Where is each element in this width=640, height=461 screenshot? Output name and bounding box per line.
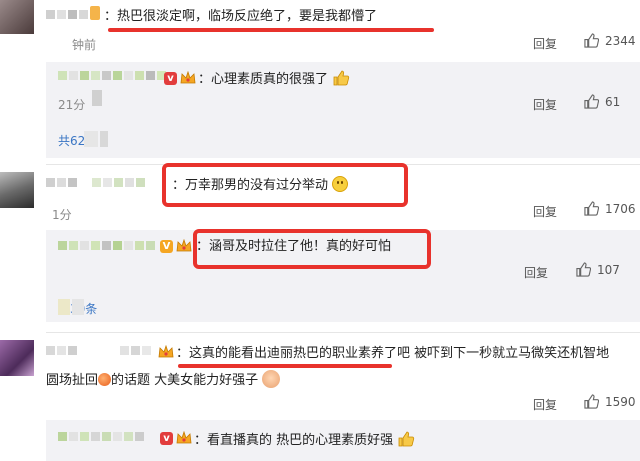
highlight-underline bbox=[178, 364, 392, 368]
avatar[interactable] bbox=[0, 0, 34, 34]
username-mosaic[interactable] bbox=[92, 178, 145, 187]
peach-emoji-icon bbox=[98, 373, 112, 386]
link-mosaic bbox=[58, 299, 84, 315]
vip-badge-icon: v bbox=[164, 72, 177, 85]
username-mosaic[interactable] bbox=[58, 241, 155, 250]
thumbs-up-emoji-icon bbox=[333, 70, 350, 86]
vip-badge-icon: v bbox=[160, 432, 173, 445]
crown-icon bbox=[158, 345, 174, 358]
reply-button[interactable]: 回复 bbox=[533, 35, 557, 52]
thumbs-up-icon bbox=[584, 33, 599, 48]
thumbs-up-icon bbox=[584, 94, 599, 109]
crown-icon bbox=[176, 431, 192, 444]
like-count: 2344 bbox=[605, 33, 636, 48]
link-mosaic bbox=[84, 131, 108, 147]
like-count: 61 bbox=[605, 94, 621, 109]
highlight-box bbox=[193, 229, 431, 269]
thumbs-up-icon bbox=[584, 201, 599, 216]
comment-text-line2: 圆场扯回 的话题 大美女能力好强子 bbox=[46, 370, 281, 390]
comment-text: ：热巴很淡定啊，临场反应绝了，要是我都懵了 bbox=[104, 9, 378, 24]
like-count: 107 bbox=[597, 262, 620, 277]
comment-time: 钟前 bbox=[72, 38, 97, 52]
highlight-underline bbox=[108, 28, 434, 32]
comment-time: 1分 bbox=[52, 208, 72, 222]
thumbs-up-emoji-icon bbox=[398, 431, 415, 447]
avatar[interactable] bbox=[0, 340, 34, 376]
highlight-box bbox=[162, 163, 408, 207]
like-button[interactable]: 61 bbox=[584, 94, 620, 109]
thumbs-up-icon bbox=[584, 394, 599, 409]
like-button[interactable]: 107 bbox=[576, 262, 620, 277]
comment-text: ：这真的能看出迪丽热巴的职业素养了吧 被吓到下一秒就立马微笑还机智地 bbox=[176, 346, 610, 361]
crown-icon bbox=[180, 71, 196, 84]
like-button[interactable]: 2344 bbox=[584, 33, 636, 48]
thumbs-up-icon bbox=[576, 262, 591, 277]
reply-button[interactable]: 回复 bbox=[533, 203, 557, 220]
reply-button[interactable]: 回复 bbox=[533, 396, 557, 413]
reply-button[interactable]: 回复 bbox=[524, 264, 548, 281]
like-button[interactable]: 1590 bbox=[584, 394, 636, 409]
avatar[interactable] bbox=[0, 172, 34, 208]
strong-emoji-icon bbox=[262, 370, 281, 388]
fan-badge-icon bbox=[90, 6, 100, 20]
vip-badge-icon: V bbox=[160, 240, 173, 253]
divider bbox=[46, 332, 640, 333]
location-mosaic bbox=[92, 90, 102, 106]
reply-text: ：看直播真的 热巴的心理素质好强 bbox=[194, 430, 415, 450]
username-mosaic[interactable] bbox=[120, 346, 151, 355]
reply-button[interactable]: 回复 bbox=[533, 96, 557, 113]
username-mosaic[interactable] bbox=[58, 71, 166, 80]
username-mosaic[interactable] bbox=[46, 346, 77, 355]
like-count: 1590 bbox=[605, 394, 636, 409]
username-mosaic[interactable] bbox=[46, 10, 88, 19]
like-button[interactable]: 1706 bbox=[584, 201, 636, 216]
reply-time: 21分 bbox=[58, 98, 86, 112]
username-mosaic[interactable] bbox=[58, 432, 144, 441]
crown-icon bbox=[176, 239, 192, 252]
username-mosaic[interactable] bbox=[46, 178, 77, 187]
like-count: 1706 bbox=[605, 201, 636, 216]
reply-text: ：心理素质真的很强了 bbox=[198, 69, 350, 89]
